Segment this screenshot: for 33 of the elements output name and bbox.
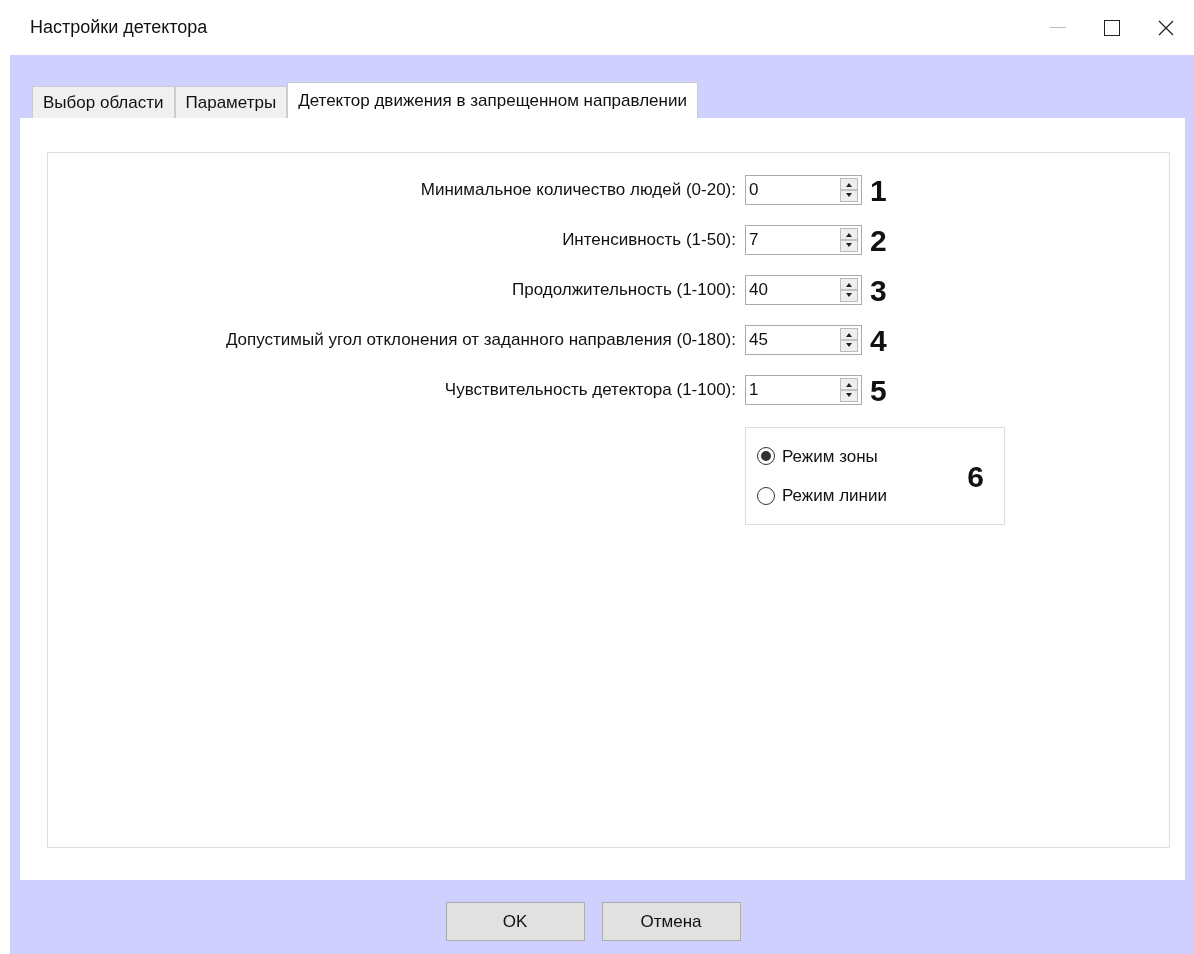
callout-number: 6 — [967, 458, 984, 495]
field-label: Продолжительность (1-100): — [510, 279, 736, 302]
field-label: Интенсивность (1-50): — [561, 229, 736, 252]
spin-arrows-icon[interactable] — [840, 328, 858, 352]
maximize-icon[interactable] — [1104, 19, 1120, 36]
tab[interactable]: Выбор области — [32, 86, 175, 118]
spin-box[interactable]: 45 — [745, 325, 862, 355]
field-label: Минимальное количество людей (0-20): — [419, 179, 736, 202]
spin-box[interactable]: 7 — [745, 225, 862, 255]
spin-arrows-icon[interactable] — [840, 278, 858, 302]
spin-arrows-icon[interactable] — [840, 228, 858, 252]
spin-arrows-icon[interactable] — [840, 178, 858, 202]
radio-label: Режим зоны — [782, 445, 878, 468]
tab[interactable]: Детектор движения в запрещенном направлении — [287, 82, 698, 118]
tab[interactable]: Параметры — [174, 86, 288, 118]
spin-box[interactable]: 1 — [745, 375, 862, 405]
spin-arrows-icon[interactable] — [840, 378, 858, 402]
field-label: Чувствительность детектора (1-100): — [443, 379, 736, 402]
spin-box[interactable]: 0 — [745, 175, 862, 205]
ok-button[interactable]: OK — [445, 902, 585, 941]
callout-number: 1 — [870, 172, 887, 209]
close-icon[interactable] — [1158, 19, 1174, 36]
window-title: Настройки детектора — [30, 16, 208, 39]
callout-number: 5 — [870, 372, 887, 409]
callout-number: 2 — [870, 222, 887, 259]
callout-number: 3 — [870, 272, 887, 309]
radio-button[interactable] — [756, 446, 776, 467]
radio-label: Режим линии — [782, 485, 887, 507]
spin-box[interactable]: 40 — [745, 275, 862, 305]
radio-button[interactable] — [756, 485, 776, 506]
cancel-button[interactable]: Отмена — [601, 902, 741, 941]
field-label: Допустимый угол отклонения от заданного направления (0-180): — [224, 329, 736, 352]
callout-number: 4 — [870, 322, 887, 359]
